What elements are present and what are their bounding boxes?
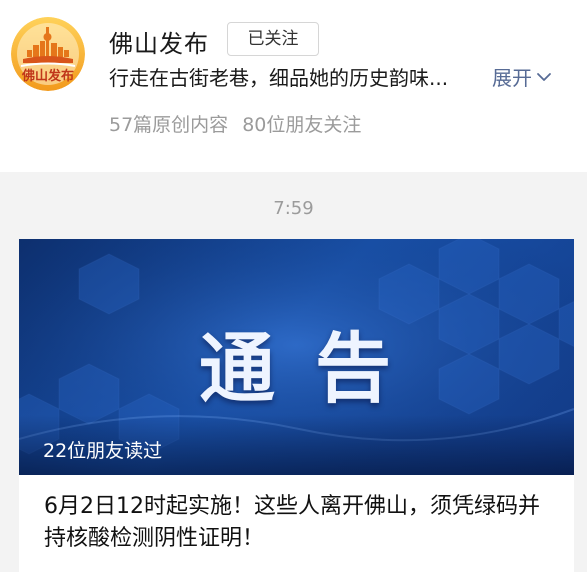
expand-label: 展开 [492, 66, 532, 90]
account-intro: 行走在古街老巷，细品她的历史韵味... [109, 66, 449, 90]
account-name[interactable]: 佛山发布 [109, 24, 209, 59]
account-avatar[interactable]: 佛山发布 [11, 17, 85, 91]
account-header: 佛山发布 佛山发布 已关注 行走在古街老巷，细品她的历史韵味... 展开 57篇… [0, 0, 587, 172]
message-timestamp: 7:59 [273, 198, 314, 219]
article-title[interactable]: 6月2日12时起实施！这些人离开佛山，须凭绿码并持核酸检测阴性证明！ [44, 491, 554, 555]
follow-button[interactable]: 已关注 [227, 22, 319, 56]
original-count: 57篇原创内容 [109, 114, 229, 136]
cover-title: 通告 [199, 324, 431, 413]
article-cover-image: 通告 22位朋友读过 [19, 239, 574, 475]
friends-read-count: 22位朋友读过 [43, 440, 163, 462]
avatar-logo-text: 佛山发布 [21, 69, 74, 84]
chevron-down-icon [537, 72, 551, 81]
account-stats: 57篇原创内容 80位朋友关注 [109, 110, 361, 137]
article-card[interactable]: 通告 22位朋友读过 6月2日12时起实施！这些人离开佛山，须凭绿码并持核酸检测… [19, 239, 574, 579]
friends-following[interactable]: 80位朋友关注 [242, 110, 361, 137]
expand-button[interactable]: 展开 [492, 62, 552, 91]
